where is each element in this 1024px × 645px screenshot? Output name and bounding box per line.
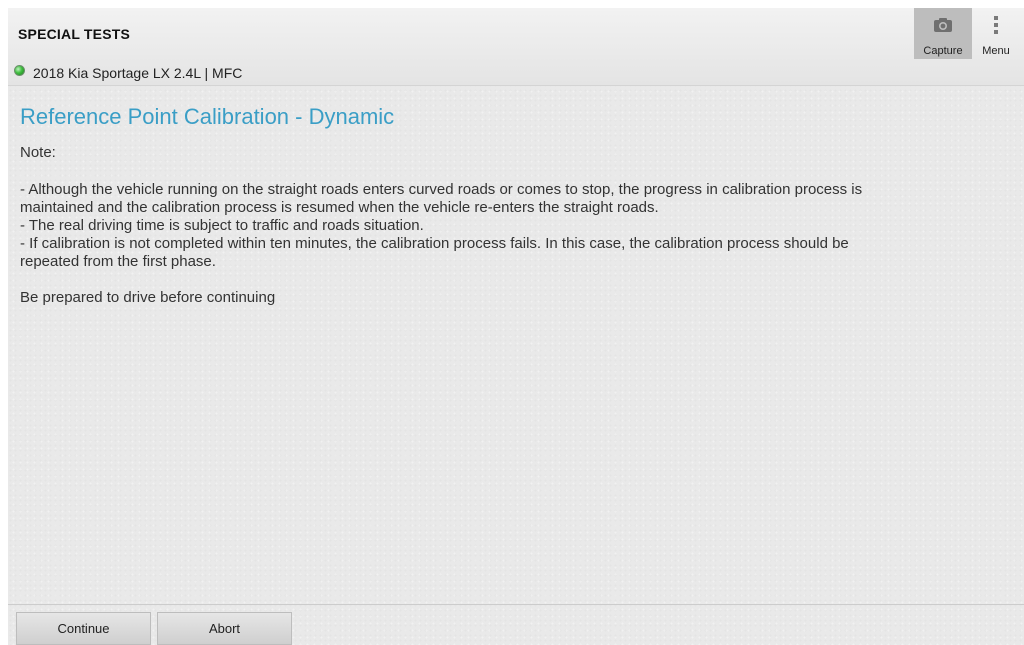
menu-label: Menu bbox=[982, 45, 1010, 57]
continue-button[interactable]: Continue bbox=[16, 612, 151, 645]
instruction-line: repeated from the first phase. bbox=[20, 253, 216, 270]
menu-button[interactable]: Menu bbox=[972, 8, 1020, 59]
instruction-line: maintained and the calibration process i… bbox=[20, 199, 659, 216]
capture-button[interactable]: Capture bbox=[914, 8, 972, 59]
abort-button[interactable]: Abort bbox=[157, 612, 292, 645]
connection-status-icon bbox=[14, 65, 25, 76]
vehicle-label: 2018 Kia Sportage LX 2.4L | MFC bbox=[33, 65, 243, 81]
instructions-text: - Although the vehicle running on the st… bbox=[20, 181, 1016, 271]
note-label: Note: bbox=[20, 144, 56, 161]
main-content: Reference Point Calibration - Dynamic No… bbox=[20, 104, 1016, 307]
app-window: SPECIAL TESTS 2018 Kia Sportage LX 2.4L … bbox=[8, 8, 1024, 645]
header-bar: SPECIAL TESTS 2018 Kia Sportage LX 2.4L … bbox=[8, 8, 1024, 86]
page-title: Reference Point Calibration - Dynamic bbox=[20, 104, 395, 129]
instruction-line: - Although the vehicle running on the st… bbox=[20, 181, 863, 198]
more-vertical-icon bbox=[993, 14, 999, 36]
capture-label: Capture bbox=[923, 45, 963, 57]
footer-divider bbox=[8, 604, 1024, 605]
vehicle-info: 2018 Kia Sportage LX 2.4L | MFC bbox=[14, 63, 242, 83]
prepare-message: Be prepared to drive before continuing bbox=[20, 289, 276, 306]
screen-title: SPECIAL TESTS bbox=[18, 26, 131, 42]
instruction-line: - If calibration is not completed within… bbox=[20, 235, 849, 252]
instruction-line: - The real driving time is subject to tr… bbox=[20, 217, 424, 234]
camera-icon bbox=[933, 14, 953, 36]
